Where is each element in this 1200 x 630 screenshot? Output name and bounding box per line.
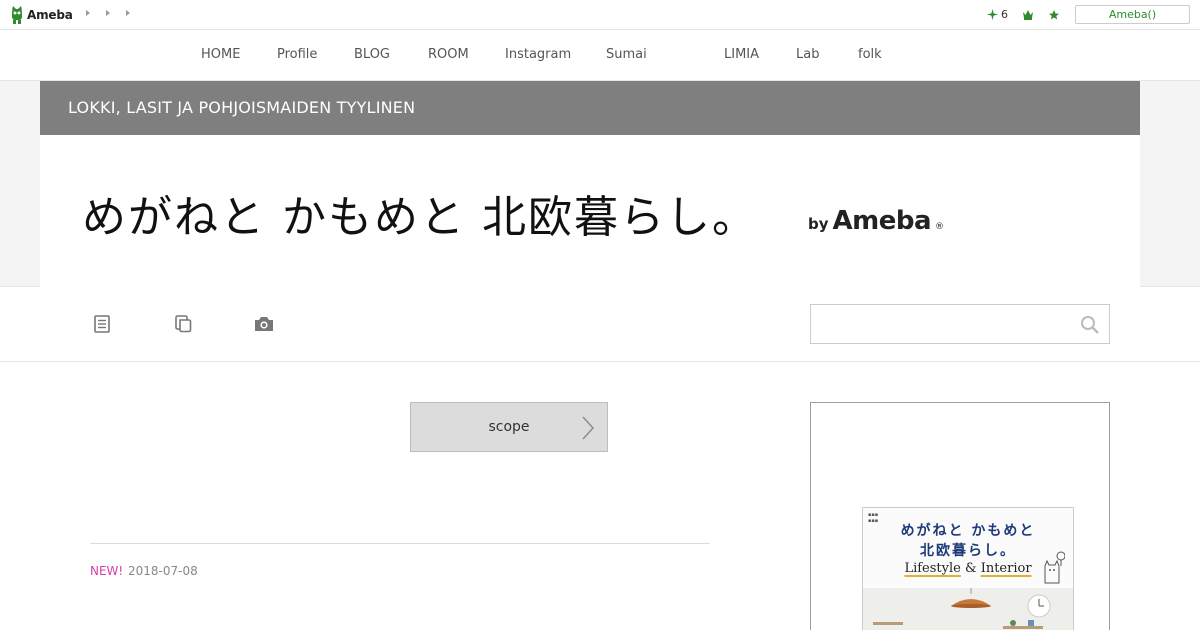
ameba-brand-text: Ameba <box>832 206 932 236</box>
camera-icon[interactable] <box>253 313 275 335</box>
room-photo-illustration <box>873 588 1051 629</box>
search-box <box>810 304 1110 344</box>
chevron-right-icon <box>582 416 594 440</box>
scope-label: scope <box>488 419 530 435</box>
book-cover-photo <box>863 588 1073 630</box>
copy-icon[interactable] <box>172 313 194 335</box>
scope-button[interactable]: scope <box>410 402 608 452</box>
header-icons: 6 <box>987 8 1060 21</box>
blog-title: めがねと かもめと 北欧暮らし。 <box>82 192 758 243</box>
search-input[interactable] <box>811 305 1071 343</box>
nav-item-blog[interactable]: BLOG <box>354 47 390 62</box>
breadcrumb-arrow-icon[interactable] <box>106 10 110 16</box>
notification-count: 6 <box>1001 8 1008 21</box>
book-title-line1: めがねと かもめと <box>900 523 1036 539</box>
search-icon[interactable] <box>1080 315 1100 335</box>
by-text: by <box>808 215 829 233</box>
nav-item-sumai[interactable]: Sumai <box>606 47 647 62</box>
star-icon[interactable] <box>1048 9 1060 21</box>
sparkle-icon <box>987 9 998 20</box>
new-badge: NEW! <box>90 564 124 578</box>
entry-divider <box>90 543 710 544</box>
ameba-header-bar: Ameba 6 Ameba() <box>0 0 1200 30</box>
by-ameba-logo: by Ameba ® <box>808 206 944 236</box>
nav-item-folk[interactable]: folk <box>858 47 882 62</box>
registered-mark: ® <box>935 222 945 232</box>
nav-item-lab[interactable]: Lab <box>796 47 819 62</box>
breadcrumb <box>86 10 134 16</box>
nav-item-profile[interactable]: Profile <box>277 47 317 62</box>
nav-item-instagram[interactable]: Instagram <box>505 47 571 62</box>
nav-item-room[interactable]: ROOM <box>428 47 469 62</box>
blog-navigation: HOME Profile BLOG ROOM Instagram Sumai L… <box>0 30 1200 81</box>
blog-subtitle-bar: LOKKI, LASIT JA POHJOISMAIDEN TYYLINEN <box>40 81 1140 135</box>
breadcrumb-arrow-icon[interactable] <box>86 10 90 16</box>
entry-date: 2018-07-08 <box>128 564 198 578</box>
notification-button[interactable]: 6 <box>987 8 1008 21</box>
ameba-logo-text: Ameba <box>27 8 73 22</box>
ameba-account-button[interactable]: Ameba() <box>1075 5 1190 24</box>
ameba-mascot-icon <box>12 6 22 24</box>
list-icon[interactable] <box>91 313 113 335</box>
book-cover-image[interactable]: ▪▪▪ ▪▪▪ めがねと かもめと 北欧暮らし。 Lifestyle & Inte… <box>862 507 1074 630</box>
crown-icon[interactable] <box>1022 9 1034 20</box>
ameba-logo[interactable]: Ameba <box>10 6 73 24</box>
breadcrumb-arrow-icon[interactable] <box>126 10 130 16</box>
blog-toolbar <box>0 287 1200 362</box>
cat-illustration-icon <box>1044 551 1065 584</box>
blog-banner[interactable]: めがねと かもめと 北欧暮らし。 by Ameba ® <box>40 135 1140 287</box>
nav-item-home[interactable]: HOME <box>201 47 240 62</box>
nav-item-limia[interactable]: LIMIA <box>724 47 759 62</box>
blog-subtitle: LOKKI, LASIT JA POHJOISMAIDEN TYYLINEN <box>68 98 416 117</box>
